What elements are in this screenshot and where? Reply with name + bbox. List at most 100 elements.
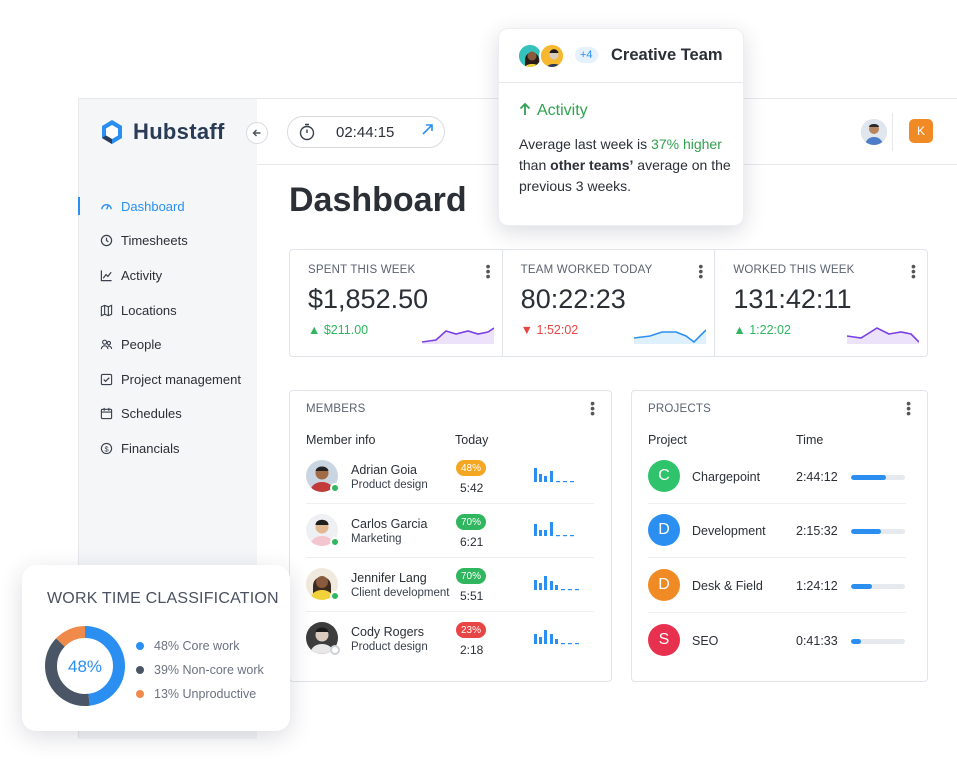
more-options-icon[interactable]: • • • (911, 259, 916, 283)
member-time: 2:18 (460, 643, 484, 657)
stats-row: SPENT THIS WEEK $1,852.50 ▲ $211.00 • • • … (289, 249, 928, 357)
open-timer-arrow-icon[interactable] (421, 123, 434, 141)
sidebar-item-schedules[interactable]: Schedules (79, 397, 257, 432)
project-name: Development (692, 524, 766, 538)
activity-bars-chart (534, 522, 574, 537)
arrow-up-icon (519, 102, 531, 115)
more-members-count[interactable]: +4 (575, 47, 598, 63)
member-role: Client development (351, 587, 450, 599)
donut-legend: 48% Core work 39% Non-core work 13% Unpr… (136, 634, 264, 706)
sidebar-item-label: Timesheets (121, 233, 188, 249)
collapse-sidebar-button[interactable] (246, 122, 268, 144)
popup-bold-text: other teams’ (550, 157, 634, 173)
stat-spent-this-week: SPENT THIS WEEK $1,852.50 ▲ $211.00 • • • (290, 250, 503, 356)
legend-label: 13% Unproductive (154, 687, 257, 701)
creative-team-popup: +4 Creative Team Activity Average last w… (498, 28, 744, 226)
legend-label: 48% Core work (154, 639, 240, 653)
member-row[interactable]: Jennifer Lang Client development 70% 5:5… (306, 558, 594, 612)
legend-label: 39% Non-core work (154, 663, 264, 677)
legend-item: 39% Non-core work (136, 658, 264, 682)
projects-card: PROJECTS • • • Project Time C Chargepoint … (631, 390, 928, 682)
logo[interactable]: Hubstaff (99, 119, 225, 145)
timer-widget[interactable]: 02:44:15 (287, 116, 445, 148)
popup-text: than (519, 157, 551, 173)
sidebar-item-label: Schedules (121, 406, 182, 422)
project-progress-bar (851, 475, 905, 480)
stat-worked-this-week: WORKED THIS WEEK 131:42:11 ▲ 1:22:02 • • • (715, 250, 927, 356)
project-row[interactable]: C Chargepoint 2:44:12 (648, 450, 906, 504)
sidebar-item-label: Activity (121, 267, 163, 283)
offline-status-dot (330, 645, 340, 655)
project-progress-bar (851, 529, 905, 534)
clock-icon (99, 234, 113, 248)
column-header-time: Time (796, 433, 824, 447)
project-progress-bar (851, 584, 905, 589)
activity-bars-chart (534, 468, 574, 483)
sidebar-item-timesheets[interactable]: Timesheets (79, 224, 257, 259)
calendar-icon (99, 407, 113, 421)
member-row[interactable]: Adrian Goia Product design 48% 5:42 (306, 450, 594, 504)
member-name: Carlos Garcia (351, 517, 428, 531)
member-role: Marketing (351, 533, 402, 545)
project-row[interactable]: D Desk & Field 1:24:12 (648, 559, 906, 613)
sidebar-item-people[interactable]: People (79, 327, 257, 362)
project-row[interactable]: S SEO 0:41:33 (648, 614, 906, 668)
stopwatch-icon (299, 123, 315, 141)
project-progress-fill (851, 475, 887, 480)
activity-percent-badge: 70% (456, 568, 486, 584)
sidebar-item-activity[interactable]: Activity (79, 258, 257, 293)
stat-team-worked-today: TEAM WORKED TODAY 80:22:23 ▼ 1:52:02 • • • (503, 250, 716, 356)
project-avatar: C (648, 460, 680, 492)
sidebar-item-label: Financials (121, 440, 180, 456)
project-row[interactable]: D Development 2:15:32 (648, 504, 906, 558)
legend-dot (136, 642, 144, 650)
divider (892, 113, 893, 151)
popup-description: Average last week is 37% higher than oth… (519, 134, 734, 197)
user-avatar[interactable] (861, 119, 887, 145)
stat-delta-value: 1:52:02 (536, 323, 579, 337)
project-time: 2:15:32 (796, 524, 838, 538)
brand-name: Hubstaff (133, 119, 225, 144)
activity-percent-badge: 70% (456, 514, 486, 530)
work-time-classification-card: WORK TIME CLASSIFICATION 48% 48% Core wo… (22, 565, 290, 731)
project-avatar: D (648, 514, 680, 546)
member-role: Product design (351, 641, 428, 653)
more-options-icon[interactable]: • • • (698, 259, 703, 283)
project-avatar: S (648, 624, 680, 656)
checkbox-icon (99, 372, 113, 386)
member-name: Adrian Goia (351, 463, 418, 477)
hubstaff-logo-icon (102, 120, 122, 144)
card-title: WORK TIME CLASSIFICATION (47, 590, 279, 607)
activity-label: Activity (537, 102, 588, 119)
project-time: 2:44:12 (796, 470, 838, 484)
sidebar-item-label: People (121, 337, 162, 353)
member-row[interactable]: Carlos Garcia Marketing 70% 6:21 (306, 504, 594, 558)
more-options-icon[interactable]: • • • (906, 396, 911, 420)
member-name: Jennifer Lang (351, 571, 427, 585)
sidebar-item-project-management[interactable]: Project management (79, 362, 257, 397)
sidebar-item-locations[interactable]: Locations (79, 293, 257, 328)
project-progress-bar (851, 639, 905, 644)
stat-value: $1,852.50 (308, 284, 429, 314)
activity-percent-badge: 48% (456, 460, 486, 476)
activity-bars-chart (534, 576, 579, 591)
stat-label: WORKED THIS WEEK (733, 264, 855, 276)
donut-center-label: 48% (68, 657, 102, 676)
member-name: Cody Rogers (351, 625, 424, 639)
member-row[interactable]: Cody Rogers Product design 23% 2:18 (306, 612, 594, 666)
more-options-icon[interactable]: • • • (486, 259, 491, 283)
sidebar-item-financials[interactable]: $ Financials (79, 431, 257, 466)
organization-badge[interactable]: K (909, 119, 933, 143)
members-card: MEMBERS • • • Member info Today Adrian Goi… (289, 390, 612, 682)
more-options-icon[interactable]: • • • (590, 396, 595, 420)
activity-bars-chart (534, 630, 579, 645)
sidebar-item-dashboard[interactable]: Dashboard (78, 189, 257, 224)
column-header-member-info: Member info (306, 433, 376, 447)
activity-chart-icon (99, 268, 113, 282)
popup-header: +4 Creative Team (499, 29, 743, 83)
popup-title: Creative Team (611, 46, 723, 64)
project-name: SEO (692, 634, 719, 648)
column-header-project: Project (648, 433, 687, 447)
sparkline-chart (421, 327, 494, 344)
sidebar-item-label: Locations (121, 302, 177, 318)
